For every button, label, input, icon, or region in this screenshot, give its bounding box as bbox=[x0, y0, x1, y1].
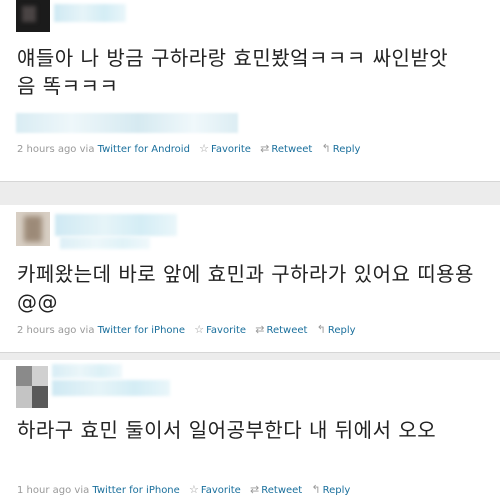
avatar[interactable] bbox=[16, 366, 48, 408]
tweet-meta: 2 hours ago via Twitter for Android ☆ Fav… bbox=[17, 141, 360, 157]
user-name[interactable] bbox=[55, 214, 177, 236]
reply-icon: ↰ bbox=[316, 323, 326, 336]
user-name[interactable] bbox=[52, 364, 122, 378]
favorite-button[interactable]: ☆ Favorite bbox=[199, 142, 251, 155]
tweet-meta: 2 hours ago via Twitter for iPhone ☆ Favo… bbox=[17, 322, 356, 338]
retweet-icon: ⇄ bbox=[260, 142, 270, 155]
tweet-text: 하라구 효민 둘이서 일어공부한다 내 뒤에서 오오 bbox=[17, 418, 437, 442]
star-icon: ☆ bbox=[194, 323, 205, 336]
tweet-source[interactable]: Twitter for iPhone bbox=[98, 325, 185, 336]
tweet-source[interactable]: Twitter for iPhone bbox=[92, 485, 179, 496]
tweet-source[interactable]: Twitter for Android bbox=[98, 144, 190, 155]
favorite-button[interactable]: ☆ Favorite bbox=[189, 483, 241, 496]
reply-button[interactable]: ↰ Reply bbox=[321, 142, 361, 155]
tweet-text: 카페왔는데 바로 앞에 효민과 구하라가 있어요 띠용용@@ bbox=[17, 262, 474, 314]
tweet-time[interactable]: 2 hours ago bbox=[17, 144, 76, 155]
retweet-button[interactable]: ⇄ Retweet bbox=[250, 483, 302, 496]
avatar[interactable] bbox=[16, 0, 50, 32]
tweet-time[interactable]: 2 hours ago bbox=[17, 325, 76, 336]
reply-button[interactable]: ↰ Reply bbox=[316, 323, 356, 336]
via-label: via bbox=[79, 144, 95, 155]
tweet-card: 얘들아 나 방금 구하라랑 효민봤엌ㅋㅋㅋ 싸인받앗음 똑ㅋㅋㅋ 2 hours… bbox=[0, 0, 500, 182]
retweet-button[interactable]: ⇄ Retweet bbox=[255, 323, 307, 336]
tweet-text: 얘들아 나 방금 구하라랑 효민봤엌ㅋㅋㅋ 싸인받앗음 똑ㅋㅋㅋ bbox=[17, 46, 449, 98]
via-label: via bbox=[74, 485, 90, 496]
tweet-card: 하라구 효민 둘이서 일어공부한다 내 뒤에서 오오 1 hour ago vi… bbox=[0, 360, 500, 500]
star-icon: ☆ bbox=[189, 483, 199, 496]
user-handle[interactable] bbox=[60, 237, 150, 249]
retweet-icon: ⇄ bbox=[255, 323, 265, 336]
user-name[interactable] bbox=[54, 4, 126, 22]
user-handle[interactable] bbox=[52, 380, 170, 396]
reply-icon: ↰ bbox=[321, 142, 331, 155]
retweet-icon: ⇄ bbox=[250, 483, 260, 496]
retweet-button[interactable]: ⇄ Retweet bbox=[260, 142, 312, 155]
reply-icon: ↰ bbox=[311, 483, 321, 496]
star-icon: ☆ bbox=[199, 142, 209, 155]
tweet-meta: 1 hour ago via Twitter for iPhone ☆ Favor… bbox=[17, 482, 350, 498]
avatar[interactable] bbox=[16, 212, 50, 246]
reply-button[interactable]: ↰ Reply bbox=[311, 483, 350, 496]
tweet-time[interactable]: 1 hour ago bbox=[17, 485, 71, 496]
tweet-card: 카페왔는데 바로 앞에 효민과 구하라가 있어요 띠용용@@ 2 hours a… bbox=[0, 205, 500, 353]
via-label: via bbox=[79, 325, 95, 336]
tweet-link[interactable] bbox=[16, 113, 238, 133]
favorite-button[interactable]: ☆ Favorite bbox=[194, 323, 246, 336]
